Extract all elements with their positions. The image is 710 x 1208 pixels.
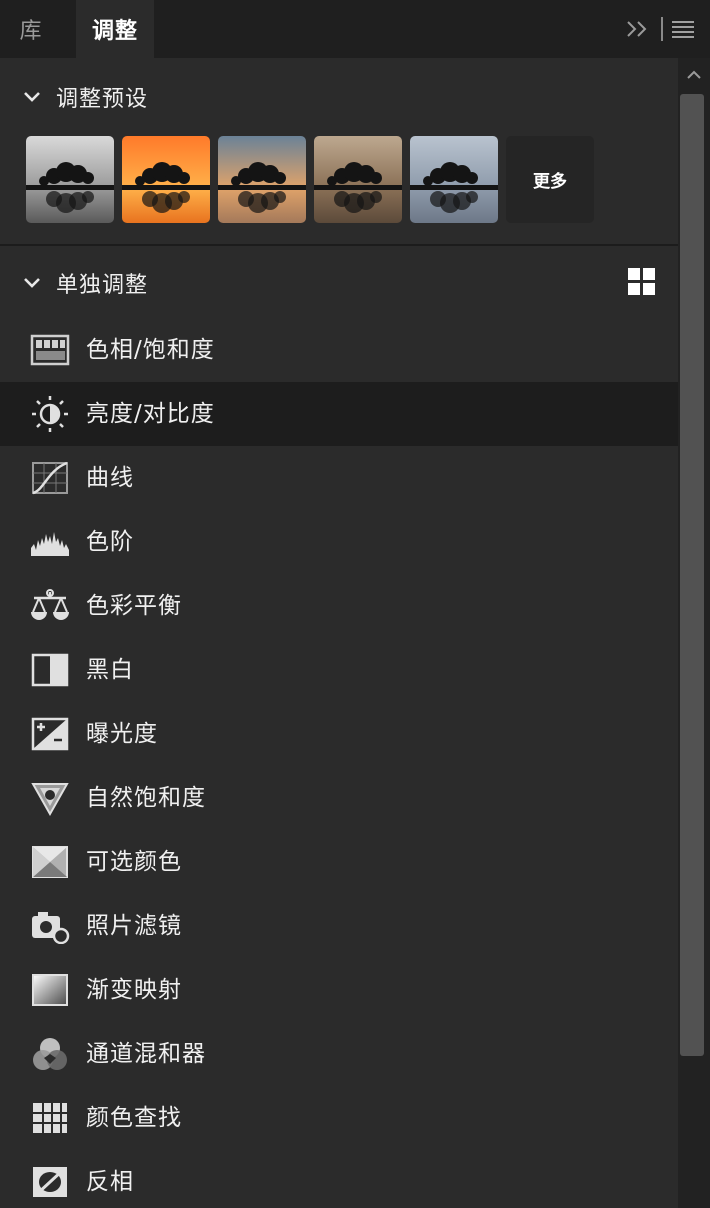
adjustment-item-hue-saturation[interactable]: 色相/饱和度 xyxy=(0,318,678,382)
adjustment-item-brightness-contrast[interactable]: 亮度/对比度 xyxy=(0,382,678,446)
levels-icon xyxy=(31,532,69,556)
preset-thumbnail[interactable] xyxy=(410,136,498,223)
preset-thumbnail[interactable] xyxy=(26,136,114,223)
grid-view-icon[interactable] xyxy=(628,268,655,295)
adjustment-label: 颜色查找 xyxy=(86,1105,182,1131)
adjustment-item-selective-color[interactable]: 可选颜色 xyxy=(0,830,678,894)
section-separator xyxy=(0,244,678,246)
single-adjustments-title: 单独调整 xyxy=(56,273,149,298)
single-adjustments-header[interactable]: 单独调整 xyxy=(0,258,678,308)
color-lookup-icon xyxy=(33,1103,67,1133)
adjustment-label: 亮度/对比度 xyxy=(86,401,215,427)
adjustment-label: 色阶 xyxy=(86,529,134,555)
panel-controls xyxy=(620,0,710,58)
adjustment-item-color-lookup[interactable]: 颜色查找 xyxy=(0,1086,678,1150)
adjustment-item-curves[interactable]: 曲线 xyxy=(0,446,678,510)
adjustment-label: 渐变映射 xyxy=(86,977,182,1003)
panel-menu-icon[interactable] xyxy=(672,20,694,38)
adjustments-content: 调整预设 更多 单独调整 色相/饱和度 亮度/对比度 曲线色阶色彩平衡黑白曝光度自然… xyxy=(0,58,678,1208)
adjustment-item-invert[interactable]: 反相 xyxy=(0,1150,678,1208)
channel-mixer-icon xyxy=(33,1038,67,1070)
adjustment-item-photo-filter[interactable]: 照片滤镜 xyxy=(0,894,678,958)
exposure-icon xyxy=(31,717,69,751)
adjustment-item-gradient-map[interactable]: 渐变映射 xyxy=(0,958,678,1022)
adjustment-item-vibrance[interactable]: 自然饱和度 xyxy=(0,766,678,830)
adjustment-item-exposure[interactable]: 曝光度 xyxy=(0,702,678,766)
presets-title: 调整预设 xyxy=(56,87,149,112)
adjustment-label: 自然饱和度 xyxy=(86,785,206,811)
tab-library[interactable]: 库 xyxy=(0,0,62,58)
gradient-map-icon xyxy=(32,974,68,1006)
adjustment-item-color-balance[interactable]: 色彩平衡 xyxy=(0,574,678,638)
adjustment-label: 照片滤镜 xyxy=(86,913,182,939)
scrollbar[interactable] xyxy=(678,58,710,1208)
adjustment-label: 曝光度 xyxy=(86,721,158,747)
divider xyxy=(661,17,663,41)
adjustment-item-black-white[interactable]: 黑白 xyxy=(0,638,678,702)
color-balance-icon xyxy=(31,589,69,620)
brightness-contrast-icon xyxy=(32,396,68,432)
black-white-icon xyxy=(31,653,69,687)
adjustment-label: 反相 xyxy=(86,1169,134,1195)
selective-color-icon xyxy=(32,846,68,878)
tab-adjustments[interactable]: 调整 xyxy=(76,0,154,58)
more-presets-button[interactable]: 更多 xyxy=(506,136,594,223)
adjustment-label: 色彩平衡 xyxy=(86,593,182,619)
vibrance-icon xyxy=(31,783,69,816)
scroll-up-icon[interactable] xyxy=(686,70,702,80)
scroll-thumb[interactable] xyxy=(680,94,704,1056)
adjustment-label: 色相/饱和度 xyxy=(86,337,215,363)
presets-header[interactable]: 调整预设 xyxy=(0,72,678,122)
collapse-panel-icon[interactable] xyxy=(626,18,650,40)
chevron-down-icon[interactable] xyxy=(22,276,42,290)
preset-thumbnail[interactable] xyxy=(218,136,306,223)
panel-tabbar: 库 调整 xyxy=(0,0,710,58)
preset-thumbnail[interactable] xyxy=(314,136,402,223)
adjustment-label: 可选颜色 xyxy=(86,849,182,875)
adjustment-label: 曲线 xyxy=(86,465,134,491)
hue-saturation-icon xyxy=(30,334,70,366)
adjustment-item-channel-mixer[interactable]: 通道混和器 xyxy=(0,1022,678,1086)
curves-icon xyxy=(32,461,68,495)
chevron-down-icon[interactable] xyxy=(22,90,42,104)
photo-filter-icon xyxy=(32,912,70,944)
preset-thumbnail[interactable] xyxy=(122,136,210,223)
invert-icon xyxy=(33,1167,67,1197)
adjustment-item-levels[interactable]: 色阶 xyxy=(0,510,678,574)
adjustment-label: 通道混和器 xyxy=(86,1041,206,1067)
adjustment-label: 黑白 xyxy=(86,657,134,683)
